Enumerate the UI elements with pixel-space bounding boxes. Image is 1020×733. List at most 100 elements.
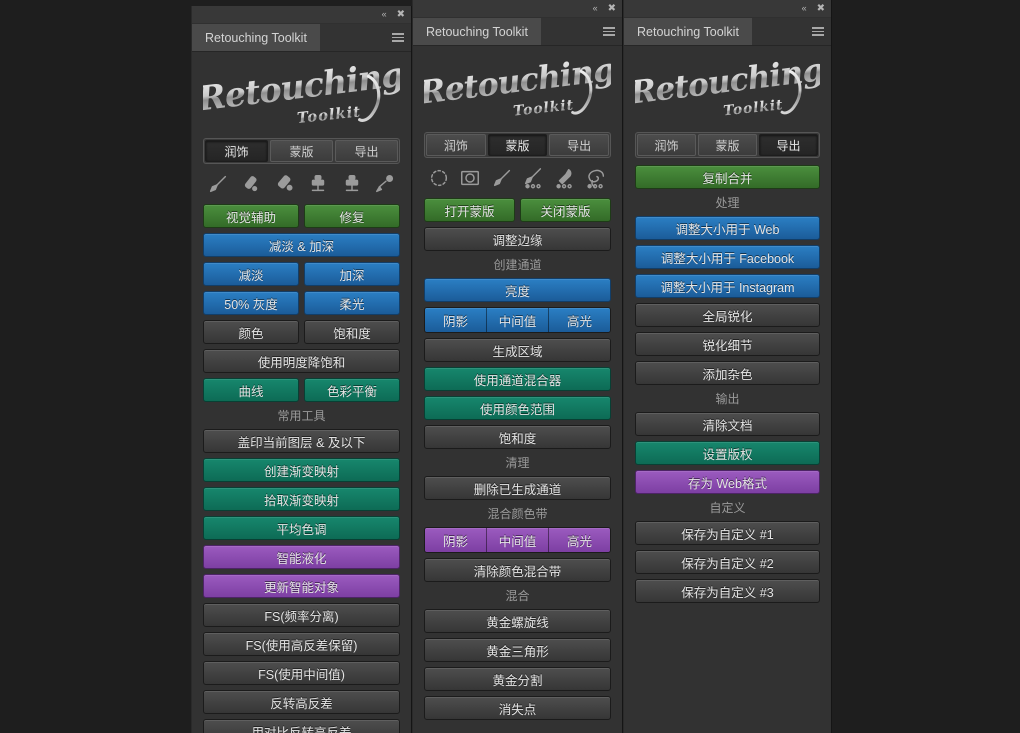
panel-title-tab[interactable]: Retouching Toolkit [624, 18, 752, 45]
button-row: 保存为自定义 #1 [635, 521, 820, 545]
action-button[interactable]: 复制合并 [635, 165, 820, 189]
panel-tabbar: Retouching Toolkit [413, 18, 622, 46]
action-button[interactable]: 中间值 [487, 528, 549, 552]
action-button[interactable]: 调整边缘 [424, 227, 611, 251]
action-button[interactable]: 保存为自定义 #3 [635, 579, 820, 603]
action-button[interactable]: 更新智能对象 [203, 574, 400, 598]
action-button[interactable]: 使用明度降饱和 [203, 349, 400, 373]
elliptical-marquee-icon[interactable] [428, 167, 450, 189]
action-button[interactable]: FS(频率分离) [203, 603, 400, 627]
action-button[interactable]: 颜色 [203, 320, 299, 344]
action-button[interactable]: 亮度 [424, 278, 611, 302]
section-tab-1[interactable]: 蒙版 [487, 134, 548, 156]
action-button[interactable]: 存为 Web格式 [635, 470, 820, 494]
panel-title-tab[interactable]: Retouching Toolkit [413, 18, 541, 45]
dodge-icon[interactable] [554, 167, 576, 189]
action-button[interactable]: 智能液化 [203, 545, 400, 569]
action-button[interactable]: 生成区域 [424, 338, 611, 362]
action-button[interactable]: 调整大小用于 Web [635, 216, 820, 240]
panel-title-tab[interactable]: Retouching Toolkit [192, 24, 320, 51]
clone-stamp-icon[interactable] [307, 173, 329, 195]
lasso-icon[interactable] [585, 167, 607, 189]
action-button[interactable]: 添加杂色 [635, 361, 820, 385]
action-button[interactable]: 阴影 [425, 308, 487, 332]
action-button[interactable]: 关闭蒙版 [520, 198, 611, 222]
action-button[interactable]: 保存为自定义 #2 [635, 550, 820, 574]
action-button[interactable]: 高光 [549, 528, 610, 552]
panel-menu-icon[interactable] [805, 18, 831, 45]
action-button[interactable]: 盖印当前图层 & 及以下 [203, 429, 400, 453]
close-icon[interactable]: ✖ [608, 3, 616, 14]
action-button[interactable]: 曲线 [203, 378, 299, 402]
action-button[interactable]: 柔光 [304, 291, 400, 315]
action-button[interactable]: 黄金螺旋线 [424, 609, 611, 633]
action-button[interactable]: 黄金分割 [424, 667, 611, 691]
action-button[interactable]: 打开蒙版 [424, 198, 515, 222]
close-icon[interactable]: ✖ [817, 3, 825, 14]
patch-icon[interactable] [274, 173, 296, 195]
pattern-stamp-icon[interactable] [341, 173, 363, 195]
action-button[interactable]: 调整大小用于 Facebook [635, 245, 820, 269]
panel-menu-icon[interactable] [596, 18, 622, 45]
action-button[interactable]: FS(使用高反差保留) [203, 632, 400, 656]
action-button[interactable]: 修复 [304, 204, 400, 228]
action-button[interactable]: 删除已生成通道 [424, 476, 611, 500]
action-button[interactable]: 反转高反差 [203, 690, 400, 714]
section-tab-2[interactable]: 导出 [549, 134, 610, 156]
section-tab-0[interactable]: 润饰 [426, 134, 486, 156]
action-button[interactable]: 中间值 [487, 308, 549, 332]
collapse-icon[interactable]: « [802, 4, 807, 13]
button-row: 使用通道混合器 [424, 367, 611, 391]
button-row: 减淡 加深 [203, 262, 400, 286]
action-button[interactable]: 色彩平衡 [304, 378, 400, 402]
brush-icon[interactable] [491, 167, 513, 189]
action-button[interactable]: 使用通道混合器 [424, 367, 611, 391]
action-button[interactable]: 消失点 [424, 696, 611, 720]
brush-icon[interactable] [207, 173, 229, 195]
section-tab-1[interactable]: 蒙版 [698, 134, 757, 156]
action-button[interactable]: 设置版权 [635, 441, 820, 465]
action-button[interactable]: 黄金三角形 [424, 638, 611, 662]
action-button[interactable]: FS(使用中间值) [203, 661, 400, 685]
action-button[interactable]: 调整大小用于 Instagram [635, 274, 820, 298]
action-button[interactable]: 创建渐变映射 [203, 458, 400, 482]
panel-menu-icon[interactable] [385, 24, 411, 51]
brush-shadows-icon[interactable] [522, 167, 544, 189]
section-tab-0[interactable]: 润饰 [205, 140, 268, 162]
action-button[interactable]: 加深 [304, 262, 400, 286]
action-button[interactable]: 饱和度 [424, 425, 611, 449]
action-button[interactable]: 清除颜色混合带 [424, 558, 611, 582]
panel-body: Retouching Toolkit 润饰 蒙版 导出 复制合并 处理 调整大小用于 Web 调… [624, 46, 831, 733]
section-tab-2[interactable]: 导出 [759, 134, 818, 156]
action-button[interactable]: 拾取渐变映射 [203, 487, 400, 511]
section-label: 混合 [505, 589, 530, 603]
action-button[interactable]: 阴影 [425, 528, 487, 552]
action-button[interactable]: 高光 [549, 308, 610, 332]
action-button[interactable]: 减淡 & 加深 [203, 233, 400, 257]
action-button[interactable]: 饱和度 [304, 320, 400, 344]
button-row: 删除已生成通道 [424, 476, 611, 500]
action-button[interactable]: 50% 灰度 [203, 291, 299, 315]
collapse-icon[interactable]: « [593, 4, 598, 13]
section-tab-2[interactable]: 导出 [335, 140, 398, 162]
section-tab-0[interactable]: 润饰 [637, 134, 696, 156]
section-tab-1[interactable]: 蒙版 [270, 140, 333, 162]
action-button[interactable]: 用对比反转高反差 [203, 719, 400, 733]
action-button[interactable]: 保存为自定义 #1 [635, 521, 820, 545]
healing-brush-icon[interactable] [240, 173, 262, 195]
action-button[interactable]: 锐化细节 [635, 332, 820, 356]
action-button[interactable]: 视觉辅助 [203, 204, 299, 228]
button-row: 调整大小用于 Instagram [635, 274, 820, 298]
smudge-brush-icon[interactable] [374, 173, 396, 195]
close-icon[interactable]: ✖ [397, 9, 405, 20]
action-button[interactable]: 全局锐化 [635, 303, 820, 327]
action-button[interactable]: 平均色调 [203, 516, 400, 540]
action-button[interactable]: 使用颜色范围 [424, 396, 611, 420]
button-row: 创建渐变映射 [203, 458, 400, 482]
collapse-icon[interactable]: « [382, 10, 387, 19]
quick-mask-icon[interactable] [459, 167, 481, 189]
action-button[interactable]: 减淡 [203, 262, 299, 286]
button-row: 50% 灰度 柔光 [203, 291, 400, 315]
action-button[interactable]: 清除文档 [635, 412, 820, 436]
tabbar-filler [751, 18, 805, 45]
